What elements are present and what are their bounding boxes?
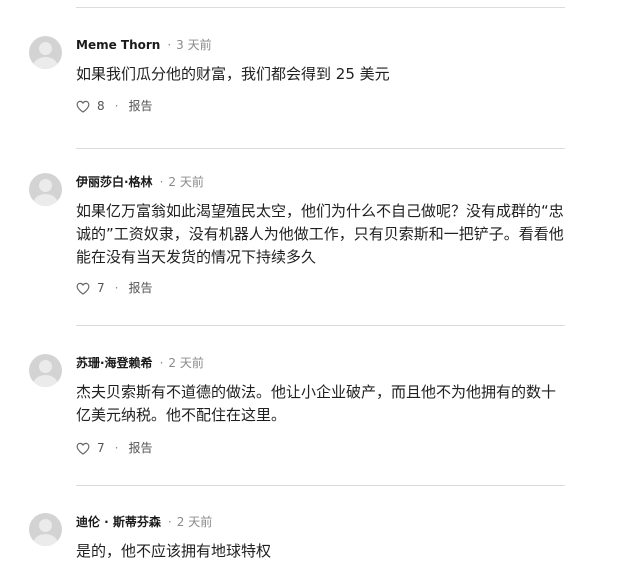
meta-separator: · — [167, 515, 172, 529]
report-link[interactable]: 报告 — [128, 440, 152, 456]
comment-text: 杰夫贝索斯有不道德的做法。他让小企业破产，而且他不为他拥有的数十亿美元纳税。他不… — [76, 383, 557, 424]
avatar[interactable] — [29, 36, 62, 69]
meta-separator: · — [167, 38, 172, 52]
like-count: 8 — [97, 99, 105, 113]
meta-separator: · — [159, 356, 164, 370]
comment-author[interactable]: 迪伦 · 斯蒂芬森 — [76, 514, 161, 530]
heart-icon[interactable] — [76, 442, 90, 455]
comment-author[interactable]: 伊丽莎白·格林 — [76, 174, 153, 190]
action-separator: · — [114, 99, 119, 113]
action-separator: · — [114, 441, 119, 455]
heart-icon[interactable] — [76, 282, 90, 295]
comment-divider — [76, 7, 565, 8]
comment-author[interactable]: 苏珊·海登赖希 — [76, 355, 153, 371]
report-link[interactable]: 报告 — [128, 280, 152, 296]
comment-time: 2 天前 — [176, 515, 213, 529]
comment-time: 2 天前 — [168, 356, 204, 370]
comment-text: 如果我们瓜分他的财富，我们都会得到 25 美元 — [76, 65, 390, 83]
comment-author[interactable]: Meme Thorn — [76, 37, 160, 53]
comment-text: 如果亿万富翁如此渴望殖民太空，他们为什么不自己做呢？没有成群的“忠诚的”工资奴隶… — [76, 202, 564, 266]
comment-time: 3 天前 — [176, 38, 212, 52]
comment-divider — [76, 485, 565, 486]
comment-text: 是的，他不应该拥有地球特权 — [76, 542, 272, 560]
heart-icon[interactable] — [76, 100, 90, 113]
avatar[interactable] — [29, 354, 62, 387]
comment-divider — [76, 325, 565, 326]
like-count: 7 — [97, 281, 105, 295]
action-separator: · — [114, 281, 119, 295]
like-count: 7 — [97, 441, 105, 455]
avatar[interactable] — [29, 513, 62, 546]
report-link[interactable]: 报告 — [128, 98, 152, 114]
comment-divider — [76, 148, 565, 149]
comment-time: 2 天前 — [168, 175, 204, 189]
meta-separator: · — [159, 175, 164, 189]
avatar[interactable] — [29, 173, 62, 206]
